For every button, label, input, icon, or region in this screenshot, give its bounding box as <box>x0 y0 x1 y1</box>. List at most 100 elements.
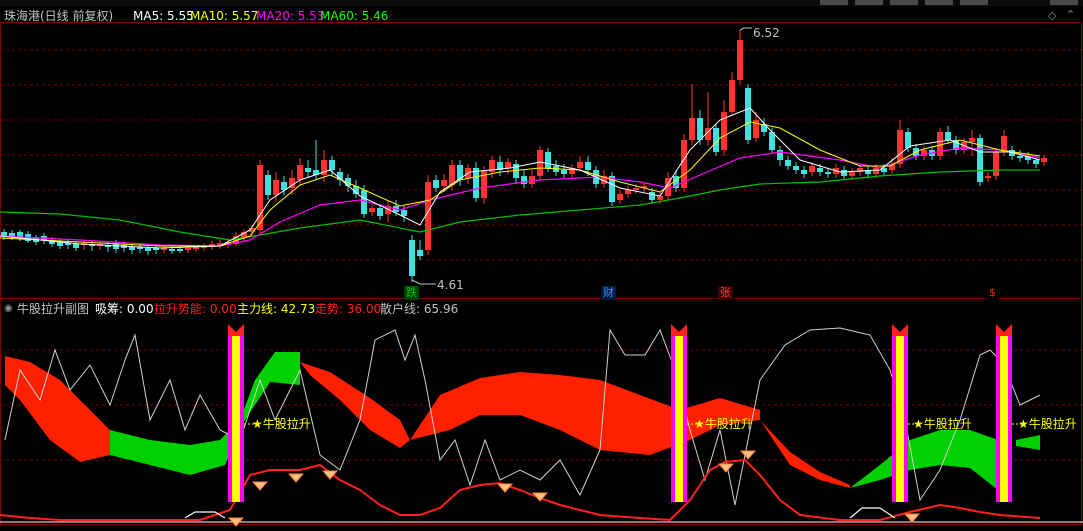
event-marker-finance[interactable]: 财 <box>601 286 616 300</box>
signal-label-1: ★牛股拉升 <box>252 417 311 431</box>
candle-body <box>585 162 591 170</box>
event-marker-down[interactable]: 跌 <box>404 286 419 300</box>
candle-body <box>401 210 407 216</box>
candle-body <box>185 248 191 250</box>
candle-body <box>633 188 639 190</box>
candle-body <box>1041 158 1047 162</box>
candle-body <box>785 160 791 166</box>
low-price-marker: 4.61 <box>437 278 464 292</box>
red-band-4 <box>760 420 850 488</box>
high-price-marker: 6.52 <box>753 26 780 40</box>
candle-body <box>801 170 807 174</box>
candle-body <box>809 166 815 172</box>
candle-body <box>409 240 415 276</box>
candle-body <box>657 196 663 200</box>
candle-body <box>897 130 903 164</box>
sub-panel-title: 牛股拉升副图 <box>17 302 90 316</box>
candle-body <box>737 40 743 80</box>
candle-body <box>873 168 879 174</box>
candle-body <box>1033 160 1039 164</box>
diamond-marker-icon <box>287 473 305 483</box>
candle-body <box>993 152 999 176</box>
candle-body <box>561 170 567 174</box>
diamond-marker-icon <box>739 450 757 460</box>
candle-body <box>529 176 535 184</box>
candle-body <box>729 80 735 112</box>
signal-bar-1-cap-icon <box>228 324 244 336</box>
red-band-2 <box>300 362 410 448</box>
signal-bar-3-core <box>896 334 904 502</box>
candle-body <box>113 244 119 249</box>
candle-body <box>1 232 7 236</box>
retail-line <box>4 327 1041 506</box>
toolbar-strip <box>0 0 1083 6</box>
green-band-1 <box>110 352 300 475</box>
event-marker-up[interactable]: 张 <box>718 286 733 300</box>
candle-body <box>841 170 847 176</box>
toolbar-tab[interactable] <box>960 0 988 5</box>
toolbar-tab[interactable] <box>855 0 883 5</box>
candle-body <box>697 118 703 140</box>
toolbar-tab[interactable] <box>820 0 848 5</box>
event-marker-dollar[interactable]: $ <box>987 286 998 300</box>
candle-body <box>417 250 423 256</box>
candle-body <box>537 150 543 176</box>
chevron-up-icon[interactable]: ⌃ <box>1066 8 1075 22</box>
signal-bar-4-core <box>1000 334 1008 502</box>
candle-body <box>441 180 447 186</box>
settings-dot-icon[interactable]: ◉ <box>4 302 13 316</box>
ma60-label: MA60: 5.46 <box>320 9 389 23</box>
diamond-icon[interactable]: ◇ <box>1048 9 1056 23</box>
candle-body <box>73 244 79 248</box>
candle-body <box>985 176 991 178</box>
ma20-label: MA20: 5.53 <box>256 9 325 23</box>
candle-body <box>945 132 951 140</box>
candle-body <box>1001 136 1007 152</box>
candle-body <box>625 190 631 194</box>
candle-body <box>1017 156 1023 158</box>
diamond-marker-icon <box>496 483 514 493</box>
toolbar-tab[interactable] <box>1050 0 1078 5</box>
signal-bar-3-cap-icon <box>892 324 908 336</box>
candle-body <box>481 170 487 198</box>
candle-body <box>273 180 279 195</box>
low-pointer-line <box>411 279 436 285</box>
candle-body <box>577 162 583 168</box>
signal-label-2: ★牛股拉升 <box>694 417 753 431</box>
candle-body <box>129 247 135 250</box>
candle-body <box>545 152 551 168</box>
accumulate-line <box>849 507 896 519</box>
toolbar-tab[interactable] <box>925 0 953 5</box>
candle-body <box>505 162 511 168</box>
signal-bar-4-cap-icon <box>996 324 1012 336</box>
candle-body <box>825 172 831 174</box>
indicator-main-force: 主力线: 42.73 <box>237 302 316 316</box>
candle-body <box>369 208 375 212</box>
red-band-3 <box>410 372 760 455</box>
candle-body <box>745 88 751 140</box>
candle-body <box>329 160 335 170</box>
candle-body <box>849 172 855 176</box>
candle-body <box>473 168 479 198</box>
candle-body <box>969 138 975 142</box>
candle-body <box>793 166 799 170</box>
toolbar-tab[interactable] <box>890 0 918 5</box>
diamond-marker-icon <box>717 463 735 473</box>
signal-bar-2-cap-icon <box>671 324 687 336</box>
candle-body <box>689 118 695 140</box>
stock-chart-canvas[interactable] <box>0 0 1083 531</box>
indicator-rise-momentum: 拉升势能: 0.00 <box>154 302 237 316</box>
candle-body <box>169 249 175 251</box>
ma5-label: MA5: 5.55 <box>133 9 194 23</box>
high-pointer-line <box>739 27 752 31</box>
diamond-marker-icon <box>903 513 921 523</box>
green-band-3 <box>1016 435 1040 450</box>
ma20-line <box>0 147 1041 247</box>
indicator-trend: 走势: 36.00 <box>315 302 382 316</box>
indicator-retail: 散户线: 65.96 <box>380 302 459 316</box>
candle-body <box>377 208 383 216</box>
indicator-accumulate: 吸筹: 0.00 <box>95 302 154 316</box>
signal-bar-2-core <box>675 334 683 502</box>
candle-body <box>305 168 311 172</box>
candle-body <box>617 194 623 200</box>
